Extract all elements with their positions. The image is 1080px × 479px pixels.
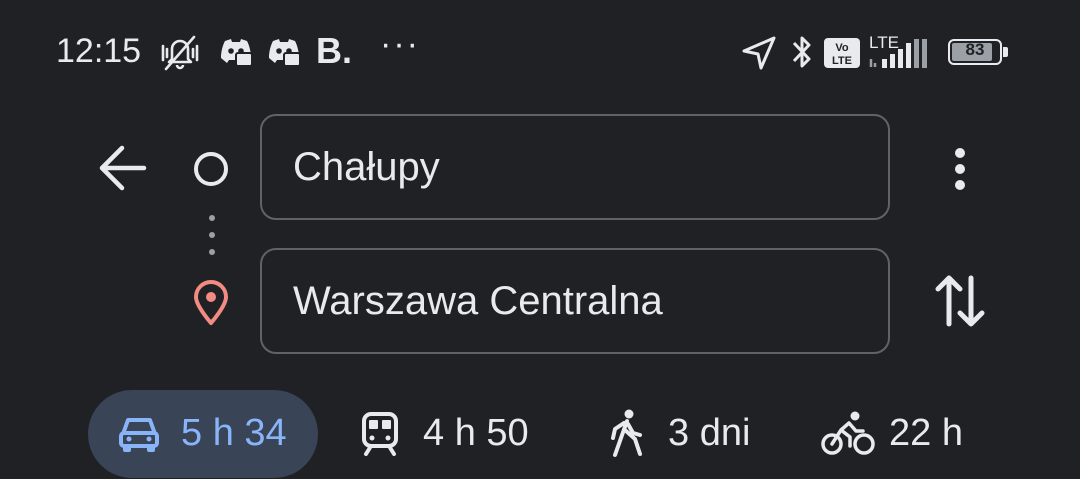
mode-car-duration: 5 h 34 [181,412,287,454]
signal-icon [869,39,927,68]
battery-icon: 83 [948,39,1008,65]
mode-transit-duration: 4 h 50 [423,412,529,454]
bike-icon [821,411,875,455]
origin-input[interactable]: Chałupy [260,114,890,220]
walk-icon [611,409,642,457]
route-dots-icon [209,215,215,255]
mode-walk-duration: 3 dni [668,412,751,454]
discord-icon [221,39,253,67]
discord-icon [269,39,301,67]
car-icon [119,418,159,452]
swap-icon[interactable] [934,272,986,330]
mode-transit-chip[interactable]: 4 h 50 [355,390,555,478]
svg-text:LTE: LTE [832,55,852,67]
mute-icon [161,35,199,71]
bluetooth-icon [792,36,811,68]
back-arrow-icon[interactable] [96,143,148,193]
destination-pin-icon [194,280,228,325]
volte-icon: Vo LTE [824,38,860,68]
destination-input[interactable]: Warszawa Centralna [260,248,890,354]
train-icon [362,412,398,456]
status-bar: 12:15 B. ··· Vo LTE LTE 83 [0,0,1080,105]
mode-walk-chip[interactable]: 3 dni [600,390,780,478]
battery-percent: 83 [965,40,985,59]
mode-car-chip[interactable]: 5 h 34 [88,390,318,478]
more-vert-icon[interactable] [945,145,975,193]
svg-text:Vo: Vo [835,42,849,54]
mode-bike-duration: 22 h [889,412,963,454]
app-letter-icon: B. [316,30,352,71]
clock: 12:15 [56,32,142,70]
more-notifications-icon: ··· [380,25,420,63]
mode-bike-chip[interactable]: 22 h [815,390,985,478]
origin-circle-icon [194,152,228,186]
location-arrow-icon [742,36,776,70]
